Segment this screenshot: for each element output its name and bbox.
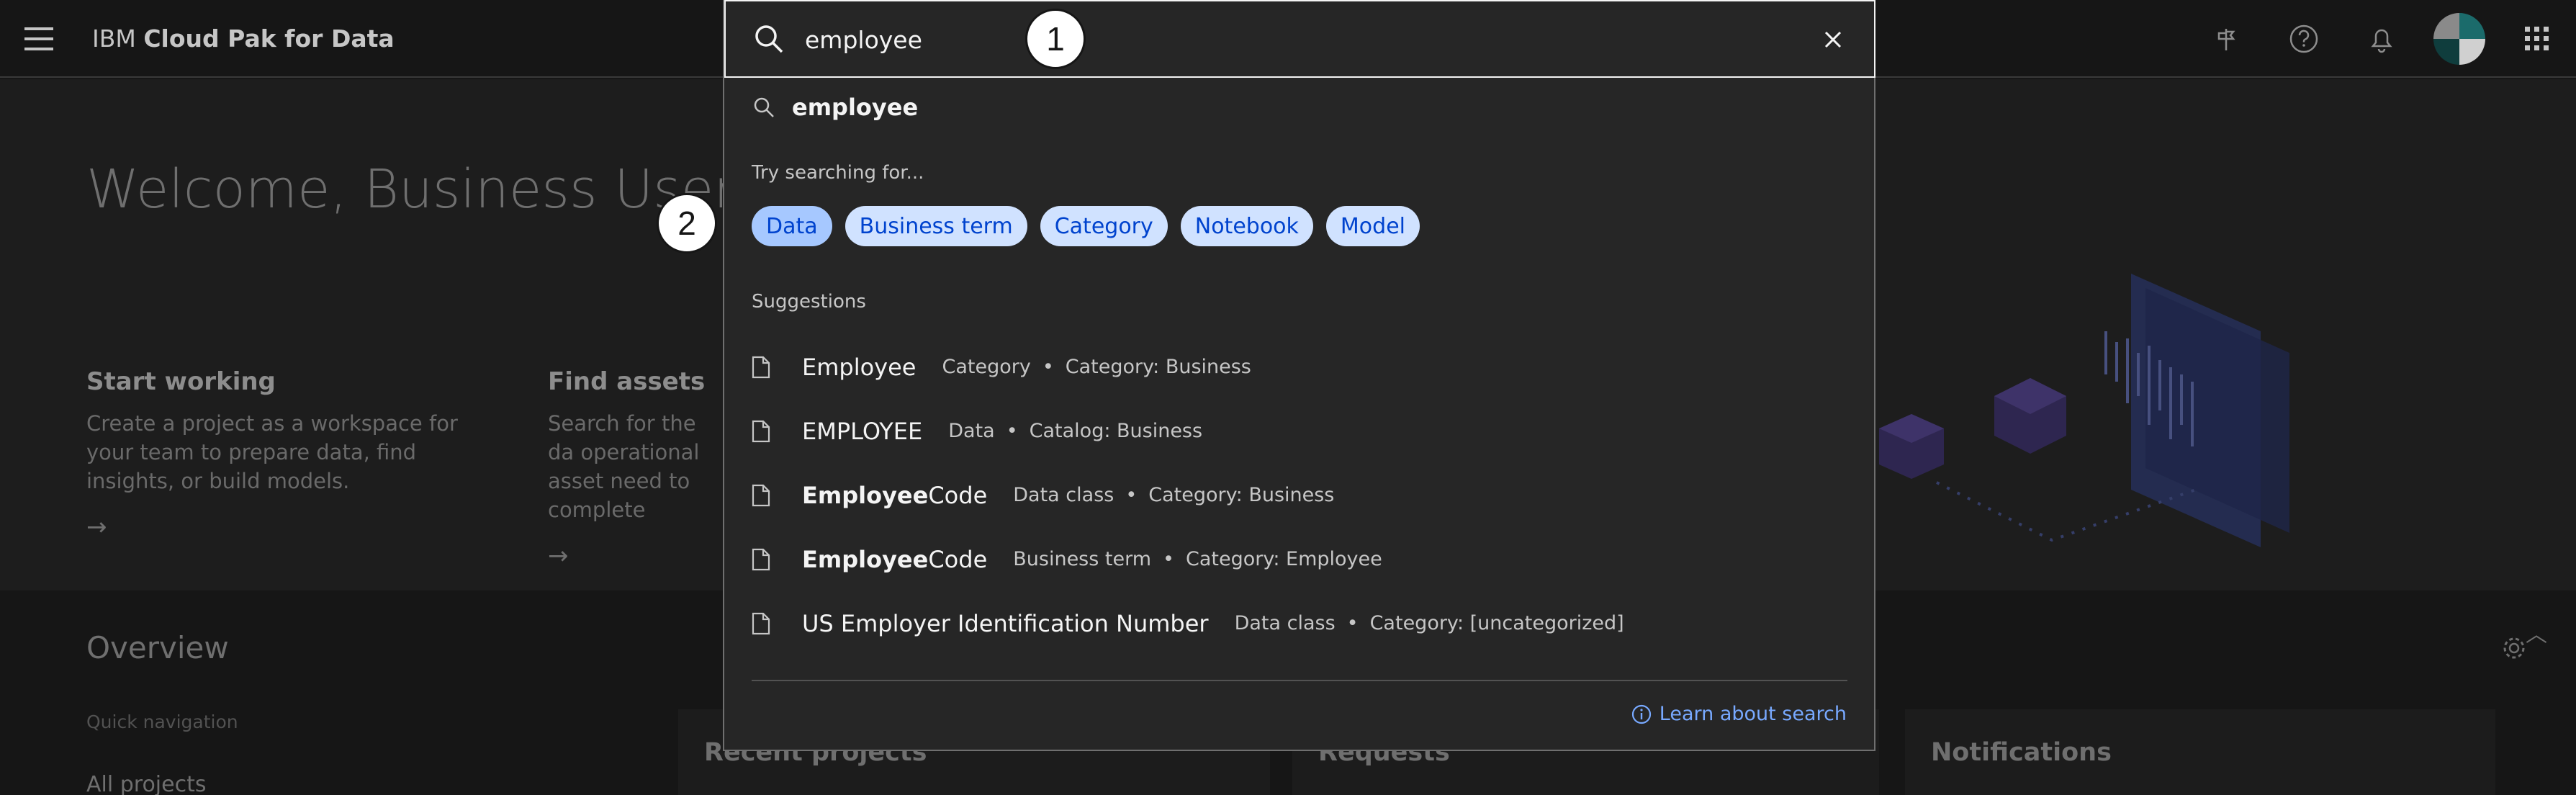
separator-dot: • [1163, 548, 1174, 570]
overview-heading: Overview [86, 630, 229, 665]
suggestion-item[interactable]: US Employer Identification Number Data c… [724, 591, 1874, 655]
tag-category[interactable]: Category [1040, 206, 1168, 246]
suggestion-name: EMPLOYEE [802, 417, 923, 445]
suggestion-context: Category: Business [1148, 484, 1335, 506]
separator-dot: • [1042, 356, 1054, 378]
callout-badge-2: 2 [657, 193, 717, 253]
tag-business-term[interactable]: Business term [845, 206, 1027, 246]
find-assets-card[interactable]: Find assets Search for the da operationa… [548, 367, 721, 570]
suggestion-type: Business term [1013, 548, 1152, 570]
query-suggestion[interactable]: employee [753, 94, 918, 121]
document-icon [752, 484, 770, 506]
suggestion-name: Employee [802, 353, 917, 381]
arrow-right-icon[interactable]: → [86, 513, 461, 542]
suggestion-item[interactable]: EmployeeCode Business term • Category: Emp… [724, 527, 1874, 591]
separator-dot: • [1006, 420, 1018, 442]
separator-dot: • [1346, 612, 1359, 634]
start-working-card[interactable]: Start working Create a project as a work… [86, 367, 461, 542]
document-icon [752, 612, 770, 634]
card-title: Start working [86, 367, 276, 396]
avatar-button[interactable] [2420, 0, 2498, 78]
arrow-right-icon[interactable]: → [548, 542, 721, 570]
suggestion-item[interactable]: Employee Category • Category: Business [724, 335, 1874, 399]
suggestion-item[interactable]: EMPLOYEE Data • Catalog: Business [724, 399, 1874, 463]
suggestion-type: Data [948, 420, 995, 442]
divider [752, 680, 1847, 681]
avatar [2433, 13, 2485, 65]
suggestion-context: Category: Employee [1185, 548, 1382, 570]
notifications-panel: Notifications [1905, 709, 2495, 795]
brand-prefix: IBM [92, 24, 136, 53]
suggestion-type: Data class [1013, 484, 1114, 506]
suggestion-name: US Employer Identification Number [802, 609, 1209, 637]
suggestion-item[interactable]: EmployeeCode Data class • Category: Busine… [724, 463, 1874, 527]
brand-name: Cloud Pak for Data [143, 24, 395, 53]
app-switcher-icon[interactable] [2498, 0, 2576, 78]
pin-icon[interactable] [2187, 0, 2265, 78]
hamburger-menu-icon[interactable] [24, 26, 53, 52]
search-bar[interactable] [724, 0, 1875, 78]
suggestions-label: Suggestions [752, 291, 866, 313]
panel-title: Notifications [1931, 738, 2112, 767]
learn-about-search-text: Learn about search [1659, 703, 1847, 725]
learn-about-search-link[interactable]: Learn about search [1631, 703, 1847, 725]
suggestion-name: Code [928, 481, 988, 509]
suggestion-name: Code [928, 545, 988, 573]
callout-badge-1: 1 [1025, 9, 1086, 69]
suggestion-context: Category: [uncategorized] [1369, 612, 1624, 634]
suggestion-list: Employee Category • Category: Business EMP… [724, 335, 1874, 655]
document-icon [752, 356, 770, 378]
search-icon [754, 97, 774, 117]
chevron-up-icon[interactable]: ︿ [2526, 616, 2547, 648]
help-icon[interactable] [2265, 0, 2343, 78]
isometric-illustration [1879, 274, 2289, 547]
quick-navigation-label: Quick navigation [86, 711, 238, 732]
document-icon [752, 420, 770, 442]
info-icon [1631, 704, 1651, 724]
suggestion-match: Employee [802, 545, 929, 573]
card-description: Search for the da operational asset need… [548, 411, 700, 522]
suggestion-match: Employee [802, 481, 929, 509]
suggestion-type: Data class [1234, 612, 1336, 634]
welcome-heading: Welcome, Business User! [86, 158, 757, 220]
all-projects-link[interactable]: All projects [86, 772, 206, 795]
suggestion-context: Catalog: Business [1029, 420, 1203, 442]
gear-icon[interactable] [2501, 635, 2527, 664]
card-description: Create a project as a workspace for your… [86, 411, 458, 493]
tag-model[interactable]: Model [1325, 206, 1420, 246]
try-searching-label: Try searching for... [752, 162, 924, 184]
close-icon[interactable] [1821, 27, 1845, 52]
product-brand[interactable]: IBM Cloud Pak for Data [92, 24, 395, 53]
document-icon [752, 548, 770, 570]
tag-notebook[interactable]: Notebook [1180, 206, 1313, 246]
search-dropdown: employee Try searching for... Data Busin… [723, 0, 1875, 751]
card-title: Find assets [548, 367, 706, 396]
notification-icon[interactable] [2343, 0, 2420, 78]
suggestion-type: Category [942, 356, 1031, 378]
query-suggestion-text: employee [792, 94, 919, 121]
tag-data[interactable]: Data [752, 206, 832, 246]
search-type-tags: Data Business term Category Notebook Mod… [752, 206, 1420, 246]
suggestion-context: Category: Business [1065, 356, 1251, 378]
search-input[interactable] [805, 22, 1741, 58]
separator-dot: • [1125, 484, 1138, 506]
search-icon [753, 23, 785, 58]
